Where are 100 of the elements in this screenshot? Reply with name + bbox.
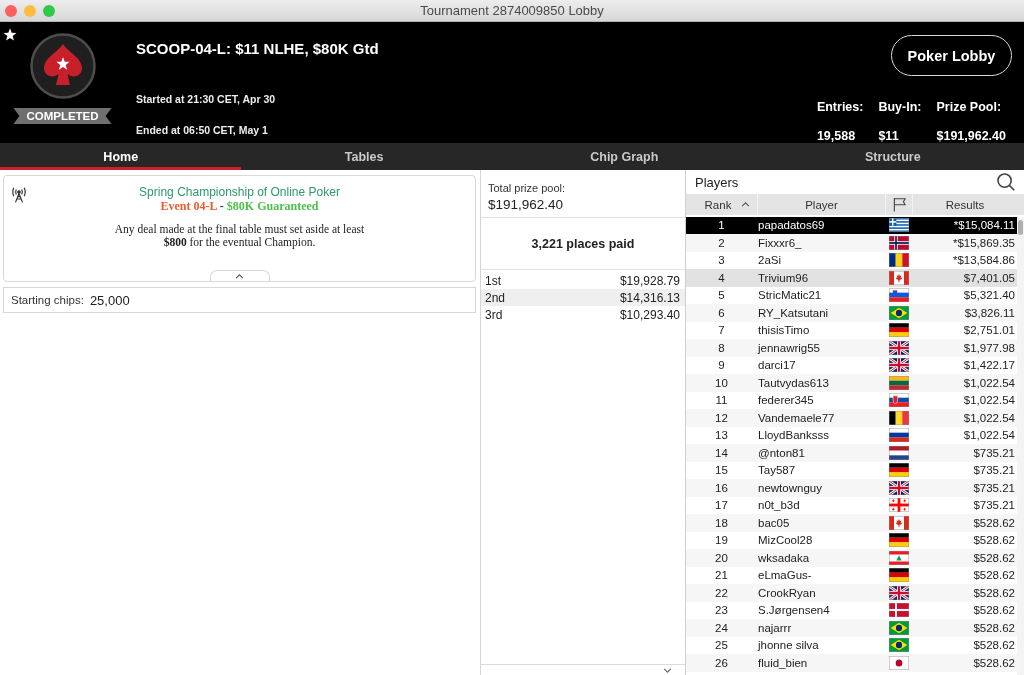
star-icon[interactable] (3, 28, 17, 42)
rank-cell-text: 2 (717, 236, 726, 249)
players-title: Players (695, 174, 739, 190)
collapse-tab-button[interactable] (209, 270, 270, 281)
scrollbar-thumb[interactable] (1018, 219, 1023, 235)
prize-amount: $10,293.40 (619, 307, 680, 322)
column-header[interactable]: Player (757, 194, 885, 215)
player-row[interactable]: 16 newtownguy $735.21 (686, 479, 1017, 497)
rank-cell-text: 6 (717, 306, 726, 319)
rank-cell-text: 4 (717, 271, 726, 284)
total-prize-label: Total prize pool: (488, 182, 567, 195)
slovak-flag-icon (888, 393, 909, 408)
player-row[interactable]: 2 Fixxxr6_ *$15,869.35 (686, 234, 1017, 252)
player-row[interactable]: 4 Trivium96 $7,401.05 (686, 269, 1017, 287)
result-cell-text: $7,401.05 (962, 271, 1016, 284)
result-cell-text: $1,022.54 (962, 376, 1016, 389)
event-subtitle: Event 04-L - $80K Guaranteed (160, 199, 319, 213)
belgian-flag-icon (888, 410, 909, 425)
rank-cell-text: 19 (714, 534, 729, 547)
rank-cell-text: 8 (717, 341, 726, 354)
player-name-cell-text: Tautvydas613 (757, 376, 830, 389)
player-name-cell-text: S.Jørgensen4 (757, 604, 831, 617)
sort-caret-icon (741, 202, 751, 207)
result-cell-text: $528.62 (972, 516, 1016, 529)
player-row[interactable]: 14 @nton81 $735.21 (686, 444, 1017, 462)
player-name-cell-text: najarrr (757, 621, 793, 634)
player-row[interactable]: 10 Tautvydas613 $1,022.54 (686, 374, 1017, 392)
rank-cell-text: 14 (714, 446, 729, 459)
result-cell-text: $735.21 (972, 446, 1016, 459)
result-cell-text: $1,022.54 (962, 411, 1016, 424)
lebanese-flag-icon (888, 550, 909, 565)
place-label: 1st (485, 273, 501, 288)
player-name-cell-text: jhonne silva (757, 639, 820, 652)
player-row[interactable]: 8 jennawrig55 $1,977.98 (686, 339, 1017, 357)
player-name-cell-text: Tay587 (757, 464, 797, 477)
player-row[interactable]: 6 RY_Katsutani $3,826.11 (686, 304, 1017, 322)
rank-cell-text: 15 (714, 464, 729, 477)
result-cell-text: $528.62 (972, 639, 1016, 652)
player-name-cell-text: Vandemaele77 (757, 411, 836, 424)
zoom-button[interactable] (43, 4, 55, 17)
player-name-cell-text: eLmaGus- (757, 569, 813, 582)
player-name-cell-text: thisisTimo (757, 324, 811, 337)
rank-cell-text: 1 (717, 219, 726, 232)
minimize-button[interactable] (24, 4, 36, 17)
rank-cell-text: 12 (714, 411, 729, 424)
player-row[interactable]: 18 bac05 $528.62 (686, 514, 1017, 532)
rank-cell-text: 3 (717, 254, 726, 267)
close-button[interactable] (5, 4, 17, 17)
player-row[interactable]: 12 Vandemaele77 $1,022.54 (686, 409, 1017, 427)
player-row[interactable]: 22 CrookRyan $528.62 (686, 584, 1017, 602)
total-prize-value: $191,962.40 (488, 197, 565, 213)
canadian-flag-icon (888, 515, 909, 530)
rank-cell-text: 20 (714, 551, 729, 564)
scrollbar-track[interactable] (1017, 216, 1024, 675)
result-cell-text: $1,022.54 (962, 394, 1016, 407)
column-header[interactable]: Results (912, 194, 1017, 215)
rank-cell-text: 17 (714, 499, 729, 512)
tab[interactable]: Chip Graph (486, 143, 762, 170)
column-header[interactable]: Rank (686, 194, 757, 215)
player-name-cell-text: MizCool28 (757, 534, 814, 547)
player-row[interactable]: 1 papadatos69 *$15,084.11 (686, 216, 1017, 234)
tab[interactable]: Structure (761, 143, 1024, 170)
player-name-cell-text: wksadaka (757, 551, 811, 564)
stat-label: Prize Pool: (936, 100, 1003, 114)
danish-flag-icon (888, 603, 909, 618)
tab[interactable]: Tables (241, 143, 487, 170)
deal-notice: Any deal made at the final table must set aside at least $800 for the eventual Champion. (113, 223, 366, 249)
result-cell-text: $735.21 (972, 464, 1016, 477)
rank-cell-text: 21 (714, 569, 729, 582)
player-row[interactable]: 26 fluid_bien $528.62 (686, 654, 1017, 672)
result-cell-text: $3,826.11 (963, 306, 1016, 319)
greek-flag-icon (888, 218, 909, 233)
event-heading: Spring Championship of Online Poker (139, 185, 340, 199)
window-title: Tournament 2874009850 Lobby (419, 3, 605, 18)
player-row[interactable]: 20 wksadaka $528.62 (686, 549, 1017, 567)
player-name-cell-text: fluid_bien (757, 656, 809, 669)
british-flag-icon (888, 585, 909, 600)
caret-down-icon[interactable] (663, 667, 672, 673)
rank-cell-text: 24 (714, 621, 729, 634)
rank-cell-text: 11 (714, 394, 729, 407)
player-name-cell-text: Fixxxr6_ (757, 236, 803, 249)
german-flag-icon (888, 323, 909, 338)
german-flag-icon (888, 533, 909, 548)
poker-lobby-button[interactable]: Poker Lobby (891, 35, 1012, 76)
tab[interactable]: Home (0, 143, 242, 170)
player-name-cell-text: bac05 (757, 516, 791, 529)
rank-cell-text: 16 (714, 481, 729, 494)
lithuanian-flag-icon (888, 375, 909, 390)
result-cell-text: $5,321.40 (962, 289, 1016, 302)
result-cell-text: $528.62 (972, 604, 1016, 617)
result-cell-text: *$13,584.86 (951, 254, 1016, 267)
result-cell-text: $735.21 (972, 481, 1016, 494)
result-cell-text: $1,977.98 (962, 341, 1016, 354)
result-cell-text: $1,422.17 (962, 359, 1016, 372)
player-row[interactable]: 24 najarrr $528.62 (686, 619, 1017, 637)
result-cell-text: *$15,084.11 (952, 219, 1016, 232)
russian-flag-icon (888, 428, 909, 443)
stat-value: 19,588 (816, 129, 857, 143)
japanese-flag-icon (888, 655, 909, 670)
search-icon[interactable] (997, 173, 1015, 191)
